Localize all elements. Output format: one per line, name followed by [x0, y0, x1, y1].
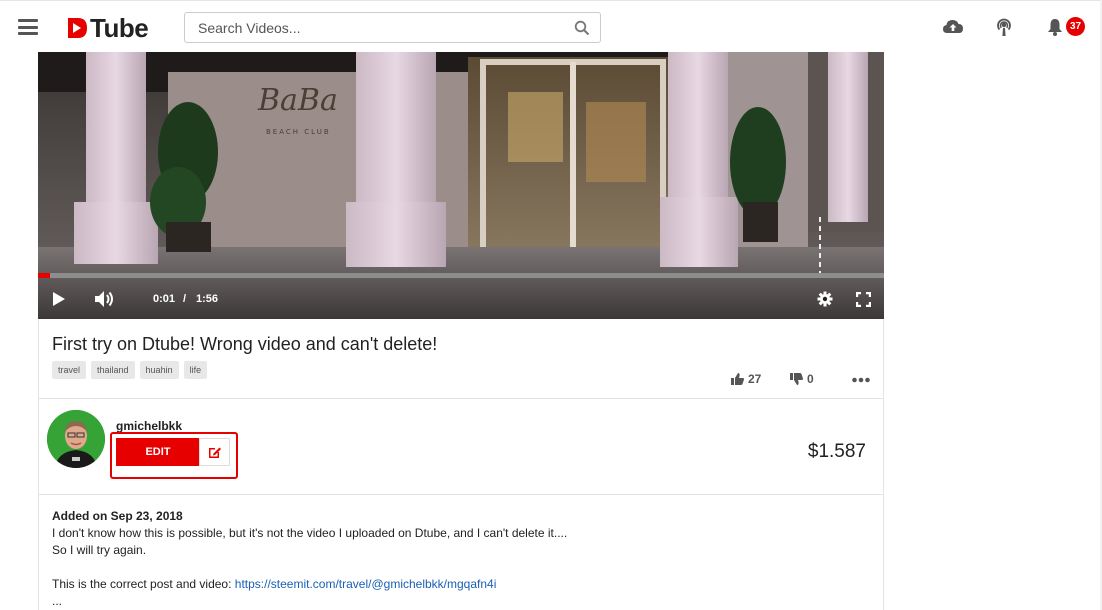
hamburger-menu-icon[interactable]: [18, 19, 38, 35]
like-count: 27: [748, 372, 762, 386]
tag-travel[interactable]: travel: [52, 361, 87, 379]
settings-gear-icon[interactable]: [817, 291, 833, 307]
author-username[interactable]: gmichelbkk: [116, 419, 182, 433]
broadcast-icon[interactable]: [993, 17, 1015, 37]
duration: 1:56: [196, 293, 219, 305]
video-info-panel: First try on Dtube! Wrong video and can'…: [38, 319, 884, 399]
description-panel: Added on Sep 23, 2018 I don't know how t…: [38, 495, 884, 610]
search-input[interactable]: [185, 13, 555, 42]
avatar[interactable]: [47, 410, 105, 468]
volume-icon[interactable]: [94, 289, 116, 309]
current-time: 0:01: [153, 293, 176, 305]
tag-list: travel thailand huahin life: [52, 361, 212, 379]
edit-post-button[interactable]: [199, 438, 230, 466]
description-line-3-text: This is the correct post and video:: [52, 577, 235, 591]
logo-text: Tube: [90, 13, 149, 43]
edit-button[interactable]: EDIT: [116, 438, 200, 466]
more-options-icon[interactable]: [852, 377, 870, 383]
bell-icon[interactable]: [1044, 17, 1066, 37]
video-player[interactable]: BaBa BEACH CLUB 0:01 / 1:56: [38, 52, 884, 319]
play-icon[interactable]: [52, 291, 66, 307]
dtube-logo-icon: [68, 18, 87, 38]
pencil-square-icon: [209, 447, 221, 458]
dislike-button[interactable]: 0: [790, 372, 814, 386]
author-panel: gmichelbkk EDIT $1.587: [38, 399, 884, 495]
search-box: [184, 12, 601, 43]
description-ellipsis: ...: [52, 594, 63, 608]
tag-life[interactable]: life: [183, 361, 208, 379]
payout-amount: $1.587: [807, 441, 866, 462]
added-date: Added on Sep 23, 2018: [52, 509, 183, 523]
like-button[interactable]: 27: [731, 372, 761, 386]
player-controls: 0:01 / 1:56: [38, 278, 884, 319]
thumbs-down-icon: [790, 373, 803, 385]
description-line-1: I don't know how this is possible, but i…: [52, 526, 568, 540]
tag-huahin[interactable]: huahin: [139, 361, 179, 379]
dislike-count: 0: [807, 372, 814, 386]
scene-sign: BaBa: [257, 83, 338, 118]
description-line-3: This is the correct post and video: http…: [52, 577, 496, 591]
video-title: First try on Dtube! Wrong video and can'…: [52, 334, 438, 354]
dtube-logo[interactable]: Tube: [66, 13, 149, 43]
search-icon[interactable]: [574, 20, 590, 36]
tag-thailand[interactable]: thailand: [91, 361, 135, 379]
scene-subsign: BEACH CLUB: [266, 128, 331, 136]
steemit-post-link[interactable]: https://steemit.com/travel/@gmichelbkk/m…: [235, 577, 497, 591]
cloud-upload-icon[interactable]: [942, 17, 964, 37]
avatar-portrait: [47, 410, 105, 468]
thumbs-up-icon: [731, 373, 744, 385]
notification-count-badge[interactable]: 37: [1066, 17, 1085, 36]
description-line-2: So I will try again.: [52, 543, 147, 557]
top-header: Tube 37: [0, 0, 1102, 52]
fullscreen-icon[interactable]: [856, 292, 871, 307]
time-separator: /: [183, 293, 187, 305]
